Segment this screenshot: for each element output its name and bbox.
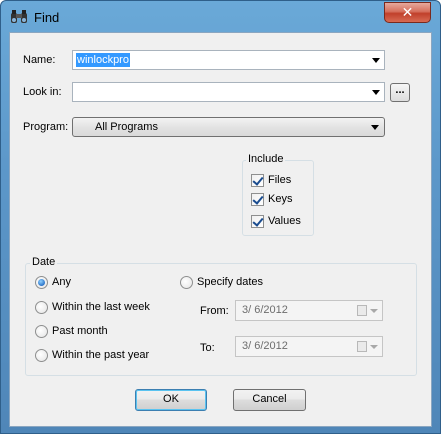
- any-radio-label: Any: [52, 276, 71, 288]
- find-dialog-window: Find ✕ Name: winlockpro Look in: ... Pro…: [0, 0, 441, 434]
- title-bar[interactable]: Find ✕: [1, 1, 440, 33]
- chevron-down-icon: [371, 125, 379, 130]
- close-icon: ✕: [401, 4, 414, 20]
- past-month-radio[interactable]: [35, 325, 48, 338]
- to-date-value: 3/ 6/2012: [242, 340, 288, 352]
- name-label: Name:: [23, 54, 56, 66]
- any-radio[interactable]: [35, 276, 48, 289]
- browse-button[interactable]: ...: [390, 83, 410, 102]
- from-date-picker[interactable]: 3/ 6/2012: [235, 300, 383, 321]
- specify-dates-radio-label: Specify dates: [197, 276, 264, 288]
- files-checkbox-label: Files: [268, 174, 292, 186]
- program-dropdown-value: All Programs: [95, 121, 158, 133]
- name-combobox[interactable]: winlockpro: [72, 50, 385, 70]
- date-group-title: Date: [30, 256, 58, 268]
- close-button[interactable]: ✕: [384, 2, 431, 23]
- chevron-down-icon[interactable]: [370, 309, 378, 313]
- chevron-down-icon[interactable]: [370, 345, 378, 349]
- past-month-radio-label: Past month: [52, 325, 108, 337]
- binoculars-icon: [11, 10, 27, 23]
- look-in-label: Look in:: [23, 86, 62, 98]
- from-label: From:: [200, 305, 229, 317]
- values-checkbox[interactable]: [251, 215, 264, 228]
- include-group-title: Include: [246, 153, 286, 165]
- program-dropdown[interactable]: All Programs: [72, 117, 385, 137]
- values-checkbox-label: Values: [268, 215, 301, 227]
- last-week-radio-label: Within the last week: [52, 301, 150, 313]
- past-year-radio[interactable]: [35, 349, 48, 362]
- last-week-radio[interactable]: [35, 301, 48, 314]
- chevron-down-icon[interactable]: [372, 58, 380, 63]
- files-checkbox[interactable]: [251, 174, 264, 187]
- program-label: Program:: [23, 121, 69, 133]
- keys-checkbox[interactable]: [251, 193, 264, 206]
- to-label: To:: [200, 342, 215, 354]
- to-date-picker[interactable]: 3/ 6/2012: [235, 336, 383, 357]
- keys-checkbox-label: Keys: [268, 193, 293, 205]
- calendar-icon: [357, 305, 367, 316]
- calendar-icon: [357, 341, 367, 352]
- past-year-radio-label: Within the past year: [52, 349, 150, 361]
- specify-dates-radio[interactable]: [180, 276, 193, 289]
- look-in-combobox[interactable]: [72, 82, 385, 102]
- ok-button[interactable]: OK: [135, 389, 207, 411]
- name-combobox-value: winlockpro: [76, 53, 130, 67]
- window-title: Find: [34, 10, 60, 25]
- chevron-down-icon[interactable]: [372, 90, 380, 95]
- dialog-client-area: Name: winlockpro Look in: ... Program: A…: [9, 32, 432, 427]
- cancel-button[interactable]: Cancel: [233, 389, 306, 411]
- from-date-value: 3/ 6/2012: [242, 304, 288, 316]
